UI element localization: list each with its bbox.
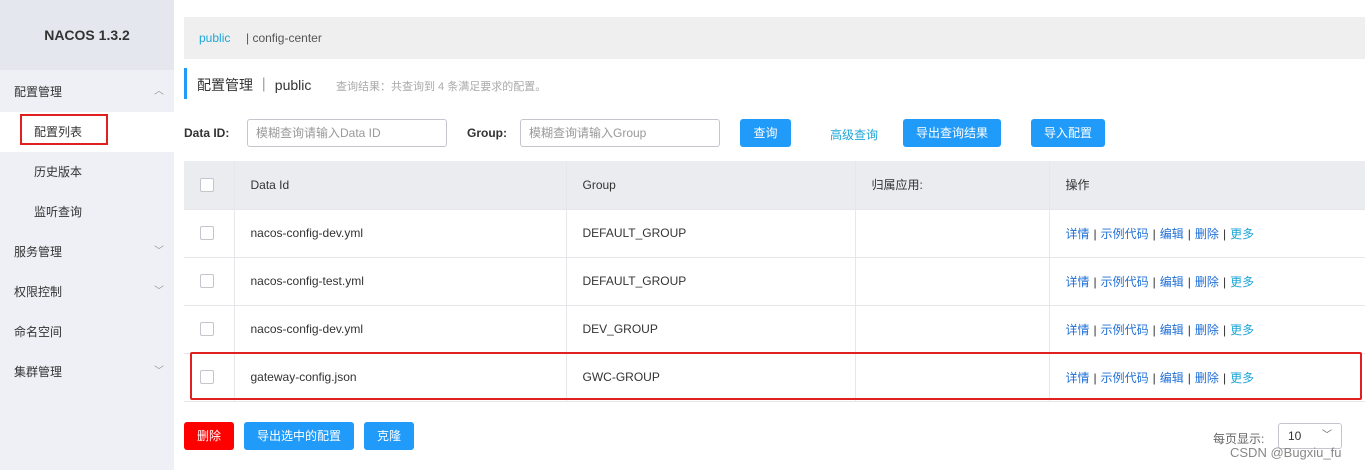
ops-separator: | xyxy=(1152,274,1156,289)
namespace-current[interactable]: | config-center xyxy=(246,17,322,59)
sidebar-item-namespace[interactable]: 命名空间 xyxy=(0,312,174,352)
cell-group: DEFAULT_GROUP xyxy=(565,257,855,306)
select-all-checkbox[interactable] xyxy=(200,178,214,193)
sidebar-item-config-management[interactable]: 配置管理 ︿ xyxy=(0,72,174,112)
delete-link[interactable]: 删除 xyxy=(1195,323,1219,337)
cell-operations: 详情 | 示例代码 | 编辑 | 删除 | 更多 xyxy=(1048,209,1365,258)
cell-operations: 详情 | 示例代码 | 编辑 | 删除 | 更多 xyxy=(1048,257,1365,306)
ops-separator: | xyxy=(1187,226,1191,241)
table-row: nacos-config-test.yml DEFAULT_GROUP 详情 | 示… xyxy=(184,257,1365,306)
chevron-down-icon: ﹀ xyxy=(154,246,164,257)
ops-separator: | xyxy=(1152,322,1156,337)
cell-group: DEFAULT_GROUP xyxy=(565,209,855,258)
ops-separator: | xyxy=(1093,274,1097,289)
row-checkbox[interactable] xyxy=(200,322,214,337)
ops-separator: | xyxy=(1187,274,1191,289)
edit-link[interactable]: 编辑 xyxy=(1160,227,1184,241)
data-id-input[interactable] xyxy=(247,119,447,147)
group-input[interactable] xyxy=(520,119,720,147)
export-results-button[interactable]: 导出查询结果 xyxy=(903,119,1001,147)
ops-separator: | xyxy=(1222,322,1227,337)
group-label: Group: xyxy=(467,126,507,140)
brand-title: NACOS 1.3.2 xyxy=(0,0,174,70)
ops-separator: | xyxy=(1187,322,1191,337)
ops-separator: | xyxy=(1222,226,1227,241)
cell-app xyxy=(854,257,1049,306)
advanced-query-link[interactable]: 高级查询 xyxy=(830,126,878,143)
more-link[interactable]: 更多 xyxy=(1230,227,1254,241)
sidebar-item-label: 历史版本 xyxy=(34,165,83,179)
table-header-row: Data Id Group 归属应用: 操作 xyxy=(184,161,1365,210)
chevron-down-icon: ﹀ xyxy=(154,286,164,297)
sidebar-item-label: 权限控制 xyxy=(14,285,63,299)
sidebar-item-label: 命名空间 xyxy=(14,325,63,339)
data-id-label: Data ID: xyxy=(184,126,230,140)
sample-code-link[interactable]: 示例代码 xyxy=(1101,275,1149,289)
table-row: nacos-config-dev.yml DEFAULT_GROUP 详情 | 示例… xyxy=(184,209,1365,258)
export-selected-button[interactable]: 导出选中的配置 xyxy=(244,422,354,450)
import-config-button[interactable]: 导入配置 xyxy=(1031,119,1105,147)
ops-separator: | xyxy=(1152,226,1156,241)
sidebar-item-label: 监听查询 xyxy=(34,205,83,219)
table-row: nacos-config-dev.yml DEV_GROUP 详情 | 示例代码 | 编… xyxy=(184,305,1365,354)
ops-separator: | xyxy=(1093,322,1097,337)
page-header: 配置管理 ｜ public 查询结果：共查询到 4 条满足要求的配置。 xyxy=(184,68,884,99)
delete-selected-button[interactable]: 删除 xyxy=(184,422,234,450)
chevron-down-icon: ﹀ xyxy=(154,366,164,377)
delete-link[interactable]: 删除 xyxy=(1195,227,1219,241)
header-data-id: Data Id xyxy=(233,161,566,210)
highlight-box xyxy=(20,114,108,145)
edit-link[interactable]: 编辑 xyxy=(1160,275,1184,289)
detail-link[interactable]: 详情 xyxy=(1066,323,1090,337)
more-link[interactable]: 更多 xyxy=(1230,323,1254,337)
chevron-up-icon: ︿ xyxy=(154,86,164,97)
cell-data-id: nacos-config-dev.yml xyxy=(233,305,566,354)
sidebar-item-label: 服务管理 xyxy=(14,245,63,259)
namespace-link-public[interactable]: public xyxy=(199,17,230,59)
query-result-text: 查询结果：共查询到 4 条满足要求的配置。 xyxy=(336,81,547,93)
header-select-all[interactable] xyxy=(184,161,234,210)
header-app: 归属应用: xyxy=(854,161,1049,210)
sidebar-item-listener-query[interactable]: 监听查询 xyxy=(0,192,174,232)
cell-app xyxy=(854,209,1049,258)
sidebar-item-label: 配置管理 xyxy=(14,85,63,99)
detail-link[interactable]: 详情 xyxy=(1066,275,1090,289)
sample-code-link[interactable]: 示例代码 xyxy=(1101,323,1149,337)
sidebar-item-access-control[interactable]: 权限控制 ﹀ xyxy=(0,272,174,312)
more-link[interactable]: 更多 xyxy=(1230,275,1254,289)
header-operations: 操作 xyxy=(1048,161,1365,210)
ops-separator: | xyxy=(1093,226,1097,241)
cell-data-id: nacos-config-test.yml xyxy=(233,257,566,306)
ops-separator: | xyxy=(1222,274,1227,289)
header-group: Group xyxy=(565,161,855,210)
page-title: 配置管理 ｜ public xyxy=(197,77,312,93)
sidebar-item-history[interactable]: 历史版本 xyxy=(0,152,174,192)
row-checkbox[interactable] xyxy=(200,274,214,289)
sidebar-item-service-management[interactable]: 服务管理 ﹀ xyxy=(0,232,174,272)
page-size-value: 10 xyxy=(1288,429,1302,443)
sample-code-link[interactable]: 示例代码 xyxy=(1101,227,1149,241)
namespace-bar: public | config-center xyxy=(184,17,1365,59)
sidebar-item-cluster-management[interactable]: 集群管理 ﹀ xyxy=(0,352,174,392)
query-button[interactable]: 查询 xyxy=(740,119,791,147)
row-checkbox[interactable] xyxy=(200,226,214,241)
sidebar-item-label: 集群管理 xyxy=(14,365,63,379)
detail-link[interactable]: 详情 xyxy=(1066,227,1090,241)
edit-link[interactable]: 编辑 xyxy=(1160,323,1184,337)
cell-app xyxy=(854,305,1049,354)
delete-link[interactable]: 删除 xyxy=(1195,275,1219,289)
cell-group: DEV_GROUP xyxy=(565,305,855,354)
watermark: CSDN @Bugxiu_fu xyxy=(1230,445,1342,460)
sidebar: NACOS 1.3.2 配置管理 ︿ 配置列表 历史版本 监听查询 服务管理 ﹀… xyxy=(0,0,174,470)
cell-operations: 详情 | 示例代码 | 编辑 | 删除 | 更多 xyxy=(1048,305,1365,354)
highlight-box xyxy=(190,352,1362,400)
clone-button[interactable]: 克隆 xyxy=(364,422,414,450)
cell-data-id: nacos-config-dev.yml xyxy=(233,209,566,258)
